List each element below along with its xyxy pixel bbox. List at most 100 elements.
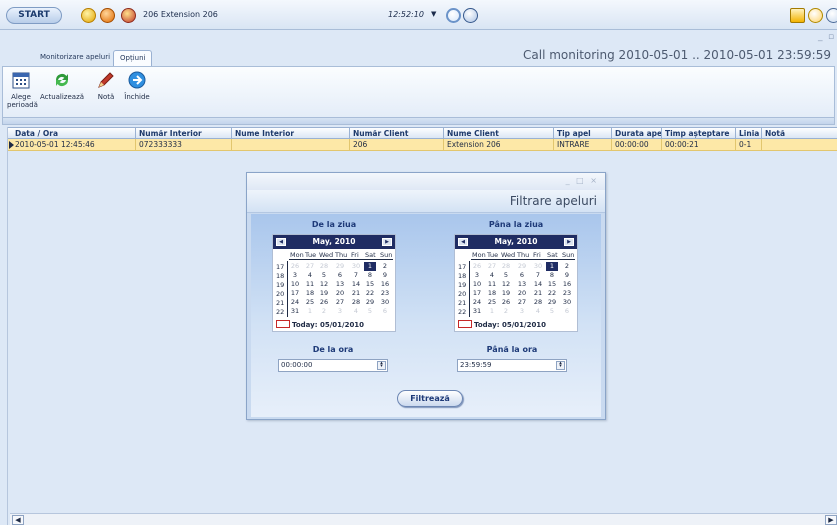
- calendar-day[interactable]: 1: [546, 262, 558, 271]
- calendar-day[interactable]: 15: [364, 280, 376, 289]
- calendar-day[interactable]: 27: [516, 298, 528, 307]
- calendar-day[interactable]: 23: [379, 289, 391, 298]
- calendar-day[interactable]: 26: [500, 298, 512, 307]
- prev-month-icon[interactable]: ◀: [458, 238, 468, 246]
- calendar-day[interactable]: 11: [486, 280, 498, 289]
- search-icon[interactable]: [446, 8, 461, 23]
- calendar-day[interactable]: 6: [561, 307, 573, 316]
- calendar-day[interactable]: 26: [471, 262, 483, 271]
- calendar-day[interactable]: 3: [516, 307, 528, 316]
- calendar-day[interactable]: 20: [334, 289, 346, 298]
- refresh-button[interactable]: Actualizează: [39, 70, 85, 101]
- calendar-day[interactable]: 31: [289, 307, 301, 316]
- calendar-day[interactable]: 29: [516, 262, 528, 271]
- calendar-day[interactable]: 25: [304, 298, 316, 307]
- calendar-day[interactable]: 9: [561, 271, 573, 280]
- next-month-icon[interactable]: ▶: [382, 238, 392, 246]
- calendar-day[interactable]: 6: [334, 271, 346, 280]
- calendar-day[interactable]: 12: [500, 280, 512, 289]
- calendar-day[interactable]: 13: [334, 280, 346, 289]
- column-header[interactable]: Nume Interior: [232, 128, 350, 139]
- spinner-icon[interactable]: ▴ ▾: [556, 361, 565, 370]
- calendar-day[interactable]: 22: [364, 289, 376, 298]
- calendar-day[interactable]: 22: [546, 289, 558, 298]
- calendar-day[interactable]: 26: [318, 298, 330, 307]
- column-header[interactable]: Data / Ora: [12, 128, 136, 139]
- calendar-day[interactable]: 2: [561, 262, 573, 271]
- window-icon[interactable]: [790, 8, 805, 23]
- calendar-day[interactable]: 2: [500, 307, 512, 316]
- calendar-day[interactable]: 30: [379, 298, 391, 307]
- calendar-day[interactable]: 7: [350, 271, 362, 280]
- calendar-day[interactable]: 1: [486, 307, 498, 316]
- tab-optiuni[interactable]: Opțiuni: [113, 50, 153, 66]
- column-header[interactable]: Număr Client: [350, 128, 444, 139]
- table-row[interactable]: 2010-05-01 12:45:46 072333333 206 Extens…: [8, 139, 837, 151]
- calendar-day[interactable]: 30: [561, 298, 573, 307]
- calendar-day[interactable]: 4: [350, 307, 362, 316]
- help-icon[interactable]: [808, 8, 823, 23]
- calendar-day[interactable]: 28: [318, 262, 330, 271]
- calendar-day[interactable]: 21: [532, 289, 544, 298]
- calendar-day[interactable]: 3: [334, 307, 346, 316]
- note-button[interactable]: Notă: [94, 70, 118, 101]
- calendar-day[interactable]: 29: [364, 298, 376, 307]
- calendar-day[interactable]: 3: [471, 271, 483, 280]
- calendar-day[interactable]: 2: [318, 307, 330, 316]
- calendar-day[interactable]: 19: [318, 289, 330, 298]
- calendar-day[interactable]: 27: [304, 262, 316, 271]
- calendar-day[interactable]: 7: [532, 271, 544, 280]
- calendar-day[interactable]: 21: [350, 289, 362, 298]
- calendar-day[interactable]: 28: [350, 298, 362, 307]
- calendar-day[interactable]: 24: [471, 298, 483, 307]
- phone-icon[interactable]: [100, 8, 115, 23]
- calendar-day[interactable]: 5: [364, 307, 376, 316]
- column-header[interactable]: Tip apel: [554, 128, 612, 139]
- power-icon[interactable]: [826, 8, 837, 23]
- calendar-day[interactable]: 2: [379, 262, 391, 271]
- calendar-day[interactable]: 27: [334, 298, 346, 307]
- calendar-today[interactable]: Today: 05/01/2010: [276, 320, 364, 329]
- calendar-day[interactable]: 30: [350, 262, 362, 271]
- settings-icon[interactable]: [463, 8, 478, 23]
- dialog-window-controls[interactable]: _ □ ×: [566, 176, 599, 185]
- calendar-day[interactable]: 8: [364, 271, 376, 280]
- calendar-day[interactable]: 6: [379, 307, 391, 316]
- calendar-day[interactable]: 27: [486, 262, 498, 271]
- calendar-day[interactable]: 9: [379, 271, 391, 280]
- calendar-day[interactable]: 5: [318, 271, 330, 280]
- tab-monitorizare[interactable]: Monitorizare apeluri: [34, 50, 116, 66]
- calendar-day[interactable]: 26: [289, 262, 301, 271]
- calendar-day[interactable]: 10: [289, 280, 301, 289]
- to-calendar[interactable]: May, 2010 ◀ ▶ Mon Tue Wed Thu Fri Sat Sun 17 18 19 20…: [454, 234, 578, 332]
- calendar-today[interactable]: Today: 05/01/2010: [458, 320, 546, 329]
- calendar-day[interactable]: 24: [289, 298, 301, 307]
- start-button[interactable]: START: [6, 7, 62, 24]
- column-header[interactable]: Notă: [762, 128, 837, 139]
- filter-button[interactable]: Filtrează: [397, 390, 463, 407]
- calendar-day[interactable]: 1: [304, 307, 316, 316]
- calendar-day[interactable]: 25: [486, 298, 498, 307]
- from-time-input[interactable]: 00:00:00 ▴ ▾: [278, 359, 388, 372]
- calendar-day[interactable]: 10: [471, 280, 483, 289]
- calendar-day[interactable]: 29: [334, 262, 346, 271]
- calendar-day[interactable]: 4: [532, 307, 544, 316]
- column-header[interactable]: Nume Client: [444, 128, 554, 139]
- minimize-icon[interactable]: _: [818, 32, 823, 42]
- prev-month-icon[interactable]: ◀: [276, 238, 286, 246]
- calendar-day[interactable]: 6: [516, 271, 528, 280]
- calendar-day[interactable]: 11: [304, 280, 316, 289]
- column-header[interactable]: Durata apel: [612, 128, 662, 139]
- scroll-right-icon[interactable]: ▶: [825, 515, 837, 525]
- spinner-icon[interactable]: ▴ ▾: [377, 361, 386, 370]
- column-header[interactable]: Număr Interior: [136, 128, 232, 139]
- calendar-day[interactable]: 3: [289, 271, 301, 280]
- column-header[interactable]: Timp așteptare: [662, 128, 736, 139]
- calendar-day[interactable]: 20: [516, 289, 528, 298]
- calendar-day[interactable]: 5: [500, 271, 512, 280]
- calendar-day[interactable]: 13: [516, 280, 528, 289]
- calendar-day[interactable]: 14: [350, 280, 362, 289]
- calendar-day[interactable]: 28: [532, 298, 544, 307]
- calendar-day[interactable]: 31: [471, 307, 483, 316]
- from-calendar[interactable]: May, 2010 ◀ ▶ Mon Tue Wed Thu Fri Sat Sun 17 18 19 20…: [272, 234, 396, 332]
